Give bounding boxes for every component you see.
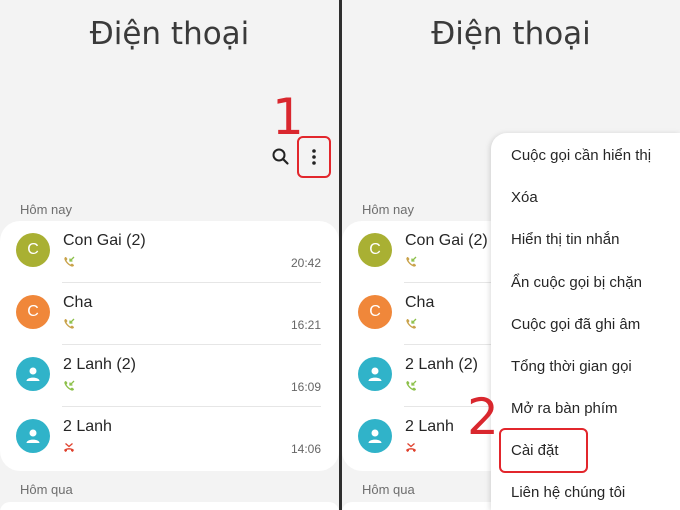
- menu-item-total-call-time[interactable]: Tổng thời gian gọi: [511, 358, 632, 375]
- page-title: Điện thoại: [89, 16, 250, 52]
- section-label-yesterday: Hôm qua: [362, 482, 415, 497]
- more-options-button[interactable]: [297, 136, 331, 178]
- contact-name: 2 Lanh (2): [63, 356, 136, 373]
- contact-name: Cha: [63, 294, 93, 311]
- section-label-today: Hôm nay: [20, 202, 73, 217]
- page-title: Điện thoại: [431, 16, 591, 52]
- incoming-call-icon: [406, 256, 417, 267]
- avatar: [358, 357, 392, 391]
- person-icon: [26, 429, 40, 443]
- call-log-row[interactable]: 2 Lanh 14:06: [0, 407, 339, 469]
- call-time: 16:21: [290, 318, 321, 332]
- missed-call-icon: [406, 443, 416, 452]
- menu-item-recorded-calls[interactable]: Cuộc gọi đã ghi âm: [511, 316, 640, 333]
- menu-item-calls-to-display[interactable]: Cuộc gọi cần hiển thị: [511, 147, 651, 164]
- incoming-call-icon: [64, 256, 75, 267]
- menu-item-show-messages[interactable]: Hiển thị tin nhắn: [511, 231, 619, 248]
- person-icon: [368, 367, 382, 381]
- avatar: [358, 419, 392, 453]
- call-time: 16:09: [290, 380, 321, 394]
- call-time: 20:42: [290, 256, 321, 270]
- incoming-call-icon: [406, 318, 417, 329]
- settings-highlight-box: [499, 428, 588, 473]
- call-log-row[interactable]: 2 Lanh (2) 16:09: [0, 345, 339, 407]
- missed-call-icon: [64, 443, 74, 452]
- contact-name: 2 Lanh: [63, 418, 112, 435]
- contact-name: Con Gai (2): [405, 232, 488, 249]
- search-icon: [272, 148, 289, 165]
- call-log-row[interactable]: C Cha 16:21: [0, 283, 339, 345]
- menu-item-hide-blocked-calls[interactable]: Ẩn cuộc gọi bị chặn: [511, 274, 642, 291]
- call-log-list: C Con Gai (2) 20:42 C Cha 16:21 2 Lanh (…: [0, 221, 339, 471]
- call-time: 14:06: [290, 442, 321, 456]
- person-icon: [368, 429, 382, 443]
- step-number-2: 2: [467, 388, 499, 446]
- contact-name: Con Gai (2): [63, 232, 146, 249]
- menu-item-open-keypad[interactable]: Mở ra bàn phím: [511, 400, 618, 417]
- menu-item-contact-us[interactable]: Liên hệ chúng tôi: [511, 484, 625, 501]
- incoming-call-icon: [64, 380, 75, 391]
- section-label-today: Hôm nay: [362, 202, 415, 217]
- avatar: C: [16, 233, 50, 267]
- call-log-row[interactable]: C Con Gai (2) 20:42: [0, 221, 339, 283]
- avatar: C: [16, 295, 50, 329]
- contact-name: Cha: [405, 294, 435, 311]
- avatar: C: [358, 233, 392, 267]
- tutorial-screenshot: Điện thoại 1 Hôm nay C Con Gai (2) 20:42: [0, 0, 680, 510]
- incoming-call-icon: [64, 318, 75, 329]
- more-vertical-icon: [312, 149, 316, 165]
- contact-name: 2 Lanh: [405, 418, 454, 435]
- contact-name: 2 Lanh (2): [405, 356, 478, 373]
- incoming-call-icon: [406, 380, 417, 391]
- step-number-1: 1: [272, 88, 304, 146]
- phone-screen-left: Điện thoại 1 Hôm nay C Con Gai (2) 20:42: [0, 0, 339, 510]
- section-label-yesterday: Hôm qua: [20, 482, 73, 497]
- call-log-list-yesterday: [0, 502, 339, 510]
- person-icon: [26, 367, 40, 381]
- menu-item-delete[interactable]: Xóa: [511, 189, 538, 206]
- search-button[interactable]: [270, 146, 292, 168]
- avatar: [16, 357, 50, 391]
- avatar: [16, 419, 50, 453]
- avatar: C: [358, 295, 392, 329]
